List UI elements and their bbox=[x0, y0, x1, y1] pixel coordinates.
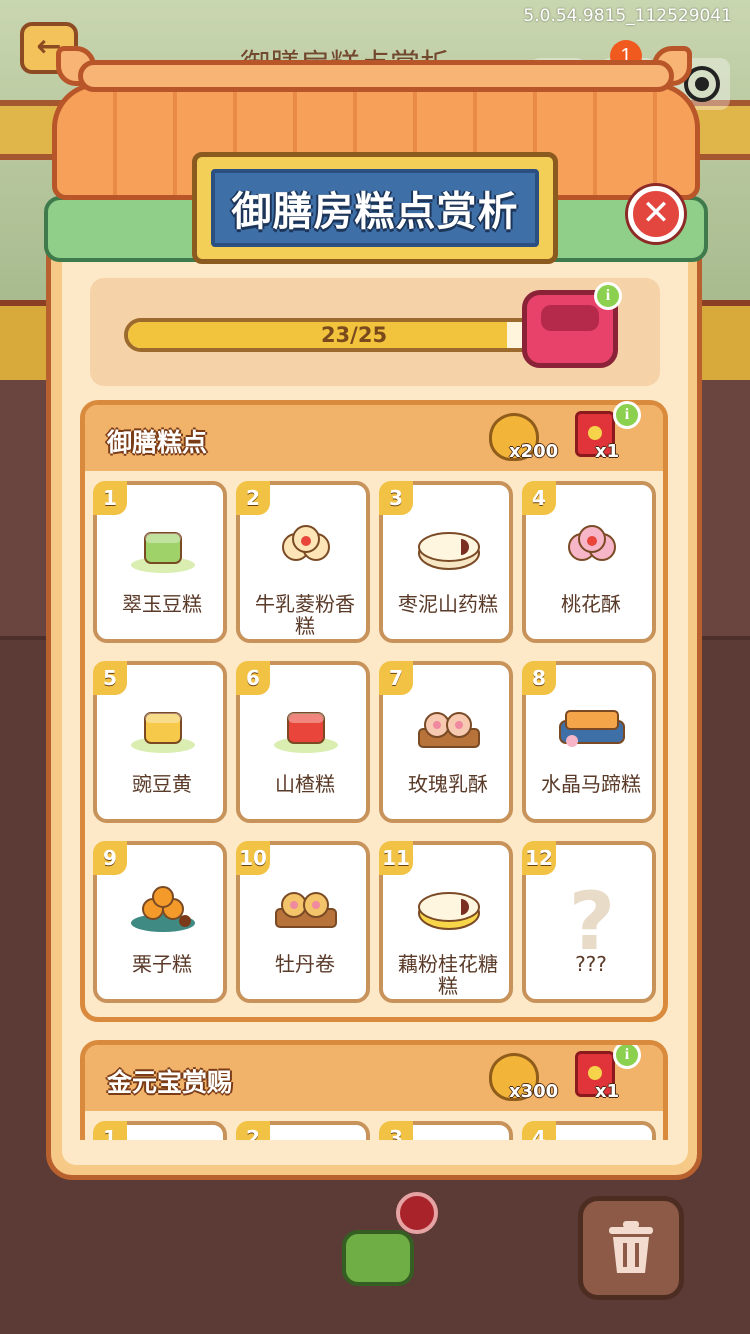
title-plaque: 御膳房糕点赏析 bbox=[192, 152, 558, 264]
close-button[interactable]: ✕ bbox=[628, 186, 684, 242]
pastry-card[interactable]: 1 bbox=[93, 1121, 227, 1140]
pastry-image bbox=[556, 519, 628, 575]
version-label: 5.0.54.9815_112529041 bbox=[523, 6, 732, 26]
card-number: 7 bbox=[379, 661, 413, 695]
roof-ridge bbox=[78, 60, 674, 92]
pastry-name: 枣泥山药糕 bbox=[398, 592, 498, 616]
card-number: 2 bbox=[236, 481, 270, 515]
card-number: 4 bbox=[522, 1121, 556, 1140]
card-number: 11 bbox=[379, 841, 413, 875]
green-cake-item[interactable] bbox=[342, 1230, 414, 1286]
pastry-image bbox=[270, 699, 342, 755]
pastry-image bbox=[413, 699, 485, 755]
card-number: 1 bbox=[93, 1121, 127, 1140]
card-number: 3 bbox=[379, 481, 413, 515]
section-header: 御膳糕点 x200 x1 i bbox=[85, 401, 663, 471]
pastry-card[interactable]: 3 枣泥山药糕 bbox=[379, 481, 513, 643]
question-mark-icon: ? bbox=[556, 875, 628, 968]
trash-button[interactable] bbox=[578, 1196, 684, 1300]
card-number: 9 bbox=[93, 841, 127, 875]
pastry-name: 翠玉豆糕 bbox=[122, 592, 202, 616]
pastry-card[interactable]: 1 翠玉豆糕 bbox=[93, 481, 227, 643]
pastry-card[interactable]: 2 牛乳菱粉香糕 bbox=[236, 481, 370, 643]
pastry-name: ??? bbox=[575, 952, 607, 976]
pastry-card[interactable]: 7 玫瑰乳酥 bbox=[379, 661, 513, 823]
pastry-name: 山楂糕 bbox=[275, 772, 335, 796]
pastry-name: 藕粉桂花糖糕 bbox=[398, 952, 498, 998]
section-header: 金元宝赏赐 x300 x1 i bbox=[85, 1045, 663, 1111]
pastry-image bbox=[556, 699, 628, 755]
card-number: 1 bbox=[93, 481, 127, 515]
card-number: 2 bbox=[236, 1121, 270, 1140]
info-icon[interactable]: i bbox=[613, 401, 641, 429]
pastry-name: 桃花酥 bbox=[561, 592, 621, 616]
card-number: 5 bbox=[93, 661, 127, 695]
pastry-card[interactable]: 2 bbox=[236, 1121, 370, 1140]
info-icon[interactable]: i bbox=[594, 282, 622, 310]
title-plaque-inner: 御膳房糕点赏析 bbox=[211, 169, 539, 247]
card-number: 10 bbox=[236, 841, 270, 875]
pastry-name: 水晶马蹄糕 bbox=[541, 772, 641, 796]
pastry-card[interactable]: 12???? bbox=[522, 841, 656, 1003]
card-number: 3 bbox=[379, 1121, 413, 1140]
pastry-card[interactable]: 4 桃花酥 bbox=[522, 481, 656, 643]
pastry-name: 栗子糕 bbox=[132, 952, 192, 976]
pastry-name: 豌豆黄 bbox=[132, 772, 192, 796]
reward-envelope-count: x1 bbox=[595, 1081, 620, 1102]
card-number: 4 bbox=[522, 481, 556, 515]
card-number: 12 bbox=[522, 841, 556, 875]
pastry-card[interactable]: 3 bbox=[379, 1121, 513, 1140]
pastry-image bbox=[270, 519, 342, 575]
pastry-card[interactable]: 8 水晶马蹄糕 bbox=[522, 661, 656, 823]
pastry-card[interactable]: 4 bbox=[522, 1121, 656, 1140]
pastry-image bbox=[413, 519, 485, 575]
section-imperial-pastries: 御膳糕点 x200 x1 i 1 翠玉豆糕 2 牛乳菱粉香糕 3 枣泥山药糕 4 桃花酥 5 豌豆… bbox=[80, 400, 668, 1022]
trash-icon bbox=[609, 1221, 653, 1273]
section-title: 金元宝赏赐 bbox=[107, 1068, 233, 1097]
pastry-image bbox=[127, 519, 199, 575]
pastry-card[interactable]: 10 牡丹卷 bbox=[236, 841, 370, 1003]
progress-label: 23/25 bbox=[320, 323, 388, 347]
svg-text:?: ? bbox=[569, 879, 615, 959]
coin-token-icon bbox=[396, 1192, 438, 1234]
dialog-title: 御膳房糕点赏析 bbox=[231, 189, 519, 235]
pastry-image bbox=[127, 879, 199, 935]
pastry-name: 牡丹卷 bbox=[275, 952, 335, 976]
card-number: 8 bbox=[522, 661, 556, 695]
pastry-card[interactable]: 5 豌豆黄 bbox=[93, 661, 227, 823]
reward-gold-count: x200 bbox=[509, 441, 559, 462]
pastry-card[interactable]: 9 栗子糕 bbox=[93, 841, 227, 1003]
card-number: 6 bbox=[236, 661, 270, 695]
pastry-card[interactable]: 6 山楂糕 bbox=[236, 661, 370, 823]
pastry-card[interactable]: 11 藕粉桂花糖糕 bbox=[379, 841, 513, 1003]
pastry-image bbox=[127, 699, 199, 755]
reward-envelope-count: x1 bbox=[595, 441, 620, 462]
pastry-image bbox=[413, 879, 485, 935]
info-icon[interactable]: i bbox=[613, 1045, 641, 1069]
reward-gold-count: x300 bbox=[509, 1081, 559, 1102]
pastry-name: 玫瑰乳酥 bbox=[408, 772, 488, 796]
section-title: 御膳糕点 bbox=[107, 428, 208, 457]
pastry-image bbox=[270, 879, 342, 935]
pastry-name: 牛乳菱粉香糕 bbox=[255, 592, 355, 638]
section-gold-ingot-reward: 金元宝赏赐 x300 x1 i 1 2 3 4 bbox=[80, 1040, 668, 1140]
close-icon: ✕ bbox=[641, 193, 671, 233]
